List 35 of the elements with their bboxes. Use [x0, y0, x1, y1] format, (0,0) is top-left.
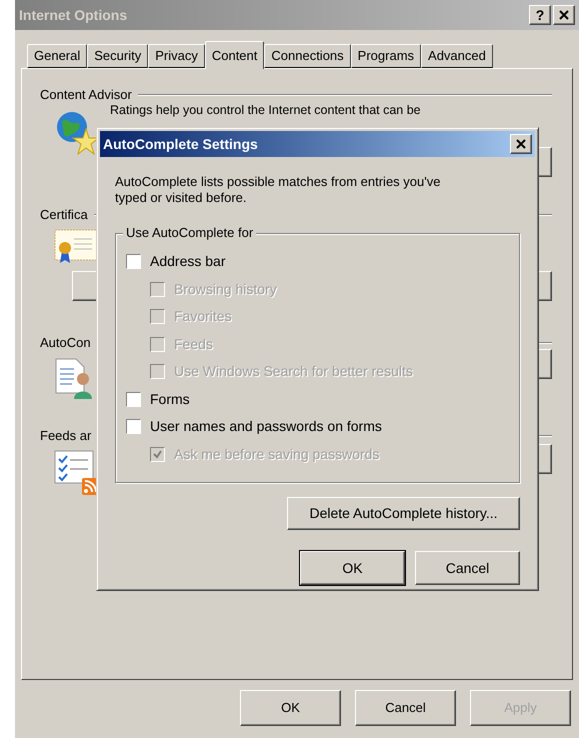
- check-icon: [153, 450, 162, 459]
- checkbox-label: Address bar: [150, 252, 226, 272]
- section-heading: AutoCon: [40, 334, 91, 352]
- tab[interactable]: Content: [204, 41, 264, 69]
- tab[interactable]: Connections: [264, 44, 351, 68]
- group-label: Use AutoComplete for: [123, 225, 256, 241]
- dialog-button[interactable]: Cancel: [415, 551, 520, 585]
- help-button[interactable]: ?: [529, 5, 551, 25]
- tab[interactable]: General: [27, 44, 88, 68]
- checkbox[interactable]: [126, 392, 141, 407]
- certificate-icon: [54, 228, 98, 264]
- close-icon: [559, 10, 569, 20]
- section-heading: Certifica: [40, 206, 88, 224]
- close-button[interactable]: [553, 5, 575, 25]
- close-button[interactable]: [510, 134, 532, 154]
- dialog-button[interactable]: OK: [240, 690, 341, 726]
- close-icon: [516, 139, 526, 149]
- dialog-description: AutoComplete lists possible matches from entries you've typed or visited before.: [115, 174, 442, 206]
- tab[interactable]: Programs: [350, 44, 422, 68]
- delete-history-button[interactable]: Delete AutoComplete history...: [287, 497, 520, 530]
- dialog-title: AutoComplete Settings: [103, 134, 259, 154]
- window-title: Internet Options: [19, 6, 128, 25]
- tab[interactable]: Advanced: [421, 44, 493, 68]
- checkbox-label: Forms: [150, 390, 190, 409]
- checkbox[interactable]: [126, 419, 141, 434]
- section-heading: Feeds ar: [40, 427, 92, 445]
- tab[interactable]: Security: [87, 44, 148, 68]
- dialog-button[interactable]: Cancel: [355, 690, 456, 726]
- section-heading: Content Advisor: [40, 86, 132, 104]
- checkbox[interactable]: [126, 254, 141, 270]
- checkbox-label: User names and passwords on forms: [150, 417, 382, 436]
- document-user-icon: [54, 356, 94, 400]
- dialog-button[interactable]: OK: [300, 551, 405, 585]
- description-text: Ratings help you control the Internet content that can be: [110, 102, 421, 116]
- tab[interactable]: Privacy: [148, 44, 205, 68]
